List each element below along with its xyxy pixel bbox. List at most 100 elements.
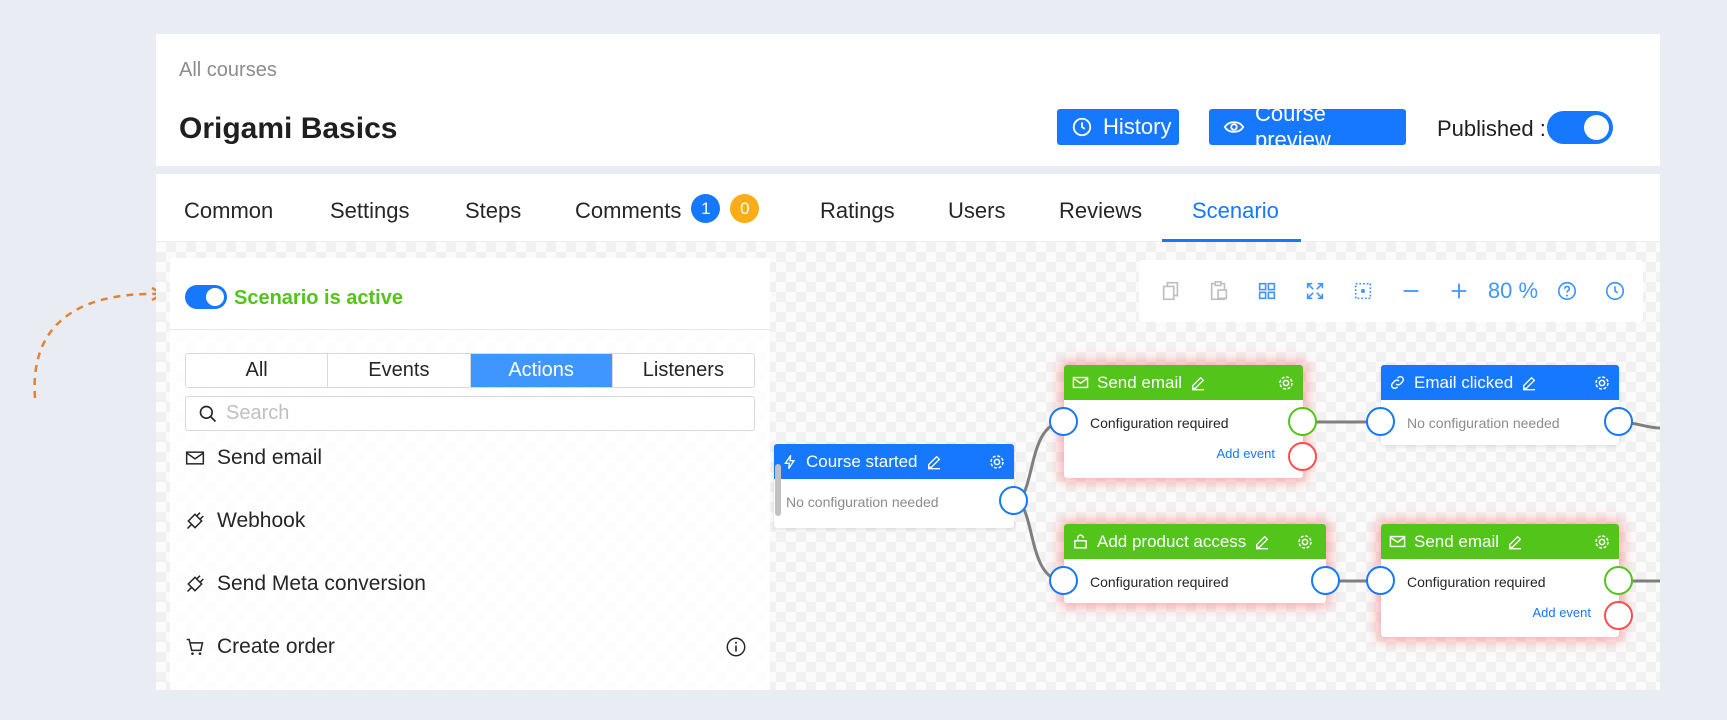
filter-actions[interactable]: Actions: [470, 354, 613, 387]
output-port[interactable]: [999, 486, 1028, 515]
add-event-link[interactable]: Add event: [1216, 446, 1275, 461]
zoom-out-button[interactable]: [1387, 267, 1435, 315]
panel-scrollbar[interactable]: [775, 464, 781, 516]
zoom-in-icon: [1451, 283, 1467, 299]
mail-icon: [185, 451, 205, 465]
action-label: Send email: [217, 446, 323, 469]
output-port-failure[interactable]: [1288, 442, 1317, 471]
input-port[interactable]: [1049, 566, 1078, 595]
scenario-canvas[interactable]: Course started No configuration needed S…: [156, 242, 1660, 690]
tab-label: Reviews: [1059, 198, 1143, 223]
node-status: No configuration needed: [786, 494, 939, 510]
published-toggle[interactable]: [1547, 111, 1613, 144]
tab-common[interactable]: Common: [184, 198, 273, 224]
canvas-toolbar: 80 %: [1139, 260, 1643, 322]
tab-label: Steps: [465, 198, 522, 223]
tab-comments[interactable]: Comments 1 0: [575, 193, 760, 224]
output-port[interactable]: [1311, 566, 1340, 595]
course-preview-button[interactable]: Course preview: [1209, 101, 1406, 152]
output-port-success[interactable]: [1288, 407, 1317, 436]
node-email-clicked[interactable]: Email clicked No configuration needed: [1381, 365, 1619, 445]
history-tool-button[interactable]: [1591, 267, 1639, 315]
tab-settings[interactable]: Settings: [330, 198, 410, 224]
filter-all[interactable]: All: [186, 354, 329, 387]
tab-ratings[interactable]: Ratings: [820, 198, 895, 224]
output-port[interactable]: [1604, 407, 1633, 436]
node-send-email-2[interactable]: Send email Configuration required Add ev…: [1381, 524, 1619, 637]
toggle-knob: [1584, 115, 1609, 140]
tab-users[interactable]: Users: [948, 198, 1005, 224]
tab-reviews[interactable]: Reviews: [1059, 198, 1142, 224]
node-title: Send email: [1414, 531, 1500, 551]
action-label: Create order: [217, 635, 335, 658]
filter-events[interactable]: Events: [328, 354, 471, 387]
edit-icon[interactable]: [926, 454, 942, 470]
action-send-email[interactable]: Send email: [185, 438, 755, 478]
gear-icon[interactable]: [1593, 533, 1611, 551]
gear-icon[interactable]: [988, 453, 1006, 471]
input-port[interactable]: [1049, 407, 1078, 436]
published-label: Published :: [1437, 116, 1546, 141]
tab-label: Ratings: [820, 198, 895, 223]
edit-icon[interactable]: [1507, 534, 1523, 550]
tab-label: Settings: [330, 198, 410, 223]
input-port[interactable]: [1366, 566, 1395, 595]
add-event-link[interactable]: Add event: [1532, 605, 1591, 620]
node-title: Course started: [806, 451, 918, 471]
breadcrumb-all-courses[interactable]: All courses: [179, 59, 277, 82]
node-header: Send email: [1064, 365, 1303, 400]
unlock-icon: [1074, 534, 1087, 549]
fit-view-button[interactable]: [1291, 267, 1339, 315]
course-preview-label: Course preview: [1255, 101, 1331, 152]
actions-panel: Scenario is active All Events Actions Li…: [170, 258, 781, 690]
course-header: All courses Origami Basics History Cours…: [156, 34, 1660, 166]
paste-icon: [1210, 281, 1228, 301]
node-add-product-access[interactable]: Add product access Configuration require…: [1064, 524, 1326, 603]
arrange-button[interactable]: [1243, 267, 1291, 315]
scenario-active-toggle[interactable]: [185, 285, 227, 309]
search-input[interactable]: [226, 402, 746, 425]
mail-icon: [1389, 535, 1406, 548]
gear-icon[interactable]: [1277, 374, 1295, 392]
output-port-success[interactable]: [1604, 566, 1633, 595]
node-send-email[interactable]: Send email Configuration required Add ev…: [1064, 365, 1303, 478]
mail-icon: [1072, 376, 1089, 389]
zoom-in-button[interactable]: [1435, 267, 1483, 315]
info-icon[interactable]: [725, 636, 747, 658]
filter-listeners[interactable]: Listeners: [612, 354, 754, 387]
tab-label: Users: [948, 198, 1006, 223]
action-label: Webhook: [217, 509, 306, 532]
action-send-meta-conversion[interactable]: Send Meta conversion: [185, 564, 755, 604]
copy-button[interactable]: [1147, 267, 1195, 315]
edit-icon[interactable]: [1190, 375, 1206, 391]
comments-new-badge: 1: [691, 194, 721, 223]
node-course-started[interactable]: Course started No configuration needed: [774, 444, 1014, 528]
action-label: Send Meta conversion: [217, 572, 426, 595]
edit-icon[interactable]: [1254, 534, 1270, 550]
help-button[interactable]: [1543, 267, 1591, 315]
zoom-out-icon: [1403, 290, 1419, 292]
cart-icon: [186, 638, 204, 655]
select-icon: [1354, 282, 1372, 300]
gear-icon[interactable]: [1593, 374, 1611, 392]
paste-button[interactable]: [1195, 267, 1243, 315]
action-create-order[interactable]: Create order: [185, 627, 755, 667]
node-status: No configuration needed: [1407, 415, 1560, 431]
filter-segmented-control: All Events Actions Listeners: [185, 353, 755, 388]
tab-scenario[interactable]: Scenario: [1192, 198, 1279, 224]
edit-icon[interactable]: [1521, 375, 1537, 391]
tab-label: Comments: [575, 198, 682, 223]
node-header: Email clicked: [1381, 365, 1619, 400]
eye-icon: [1223, 121, 1245, 133]
node-header: Add product access: [1064, 524, 1326, 559]
search-box: [185, 396, 755, 431]
action-webhook[interactable]: Webhook: [185, 501, 755, 541]
output-port-failure[interactable]: [1604, 601, 1633, 630]
tab-steps[interactable]: Steps: [465, 198, 521, 224]
node-header: Send email: [1381, 524, 1619, 559]
history-button[interactable]: History: [1057, 109, 1179, 145]
node-status: Configuration required: [1090, 574, 1229, 590]
input-port[interactable]: [1366, 407, 1395, 436]
select-area-button[interactable]: [1339, 267, 1387, 315]
gear-icon[interactable]: [1296, 533, 1314, 551]
